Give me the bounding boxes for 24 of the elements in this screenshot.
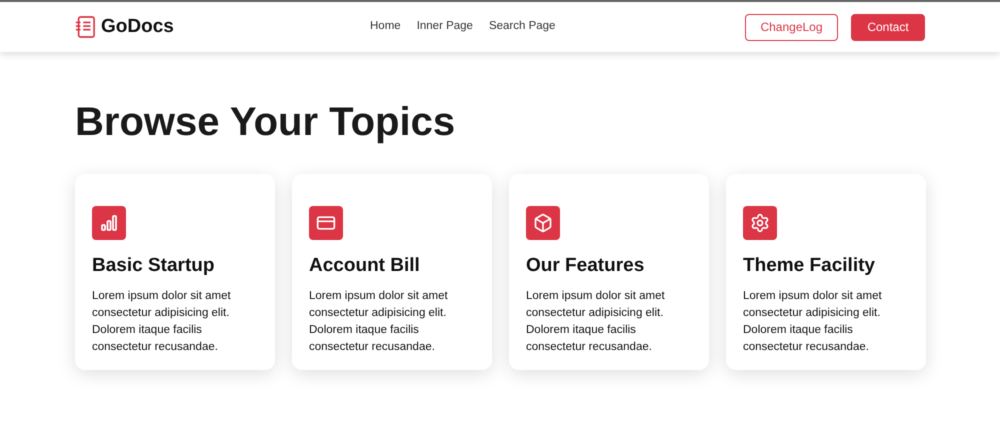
topic-description: Lorem ipsum dolor sit amet consectetur adipisicing elit. Dolorem itaque facilis consectetur recusandae.: [92, 288, 232, 354]
topic-card[interactable]: Our Features Lorem ipsum dolor sit amet consectetur adipisicing elit. Dolorem itaque facilis consectetur recusandae.: [509, 174, 709, 370]
topic-title: Account Bill: [309, 254, 421, 278]
bar-chart-icon: [92, 206, 126, 240]
settings-icon: [743, 206, 777, 240]
changelog-button[interactable]: ChangeLog: [745, 14, 838, 40]
brand-name: GoDocs: [101, 14, 174, 39]
topic-title: Basic Startup: [92, 254, 216, 278]
topic-description: Lorem ipsum dolor sit amet consectetur adipisicing elit. Dolorem itaque facilis consectetur recusandae.: [743, 288, 883, 354]
topic-title: Theme Facility: [743, 254, 876, 278]
topic-description: Lorem ipsum dolor sit amet consectetur adipisicing elit. Dolorem itaque facilis consectetur recusandae.: [526, 288, 666, 354]
topic-card[interactable]: Account Bill Lorem ipsum dolor sit amet consectetur adipisicing elit. Dolorem itaque facilis consectetur recusandae.: [292, 174, 492, 370]
credit-card-icon: [309, 206, 343, 240]
nav-link[interactable]: Inner Page: [416, 18, 473, 36]
contact-button[interactable]: Contact: [851, 14, 925, 40]
topic-description: Lorem ipsum dolor sit amet consectetur adipisicing elit. Dolorem itaque facilis consectetur recusandae.: [309, 288, 449, 354]
page-heading: Browse Your Topics: [75, 102, 456, 142]
notebook-logo-icon: [75, 16, 95, 38]
box-icon: [526, 206, 560, 240]
nav-link[interactable]: Home: [370, 18, 401, 36]
topic-title: Our Features: [526, 254, 646, 278]
nav-link[interactable]: Search Page: [488, 18, 556, 36]
topic-card[interactable]: Basic Startup Lorem ipsum dolor sit amet consectetur adipisicing elit. Dolorem itaque facilis consectetur recusandae.: [75, 174, 275, 370]
topic-card[interactable]: Theme Facility Lorem ipsum dolor sit amet consectetur adipisicing elit. Dolorem itaque facilis consectetur recusandae.: [726, 174, 926, 370]
